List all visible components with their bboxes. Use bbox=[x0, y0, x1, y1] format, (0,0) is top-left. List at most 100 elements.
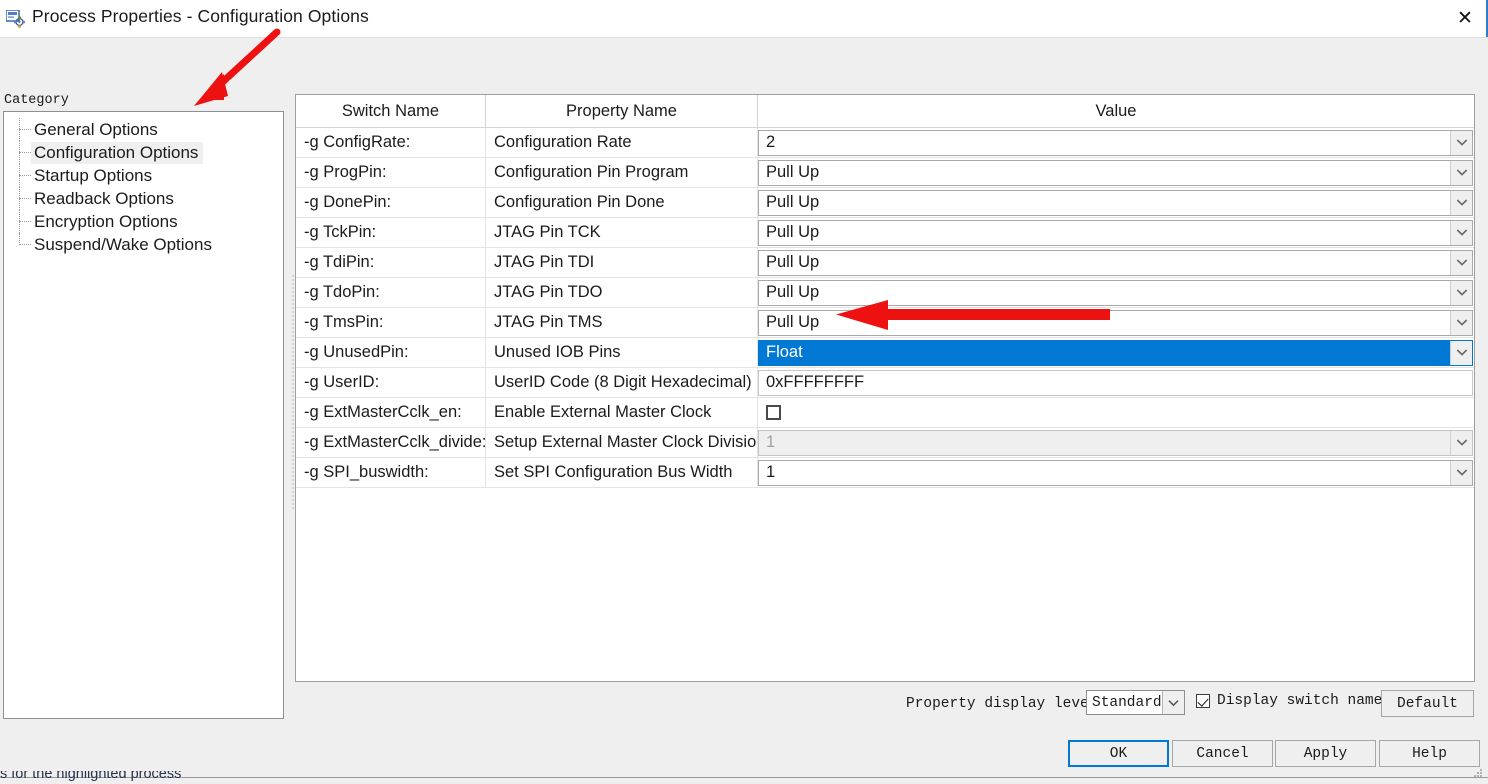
checkbox-box[interactable] bbox=[766, 405, 781, 420]
tree-connector-line bbox=[19, 221, 31, 222]
value-combobox[interactable]: 1 bbox=[758, 429, 1473, 456]
table-row[interactable]: -g TdoPin: JTAG Pin TDO Pull Up bbox=[296, 278, 1474, 308]
close-icon[interactable]: ✕ bbox=[1442, 0, 1488, 37]
cell-property-name: Set SPI Configuration Bus Width bbox=[486, 458, 758, 487]
cell-value[interactable]: Pull Up bbox=[758, 218, 1474, 247]
cell-switch-name: -g TckPin: bbox=[296, 218, 486, 247]
value-textbox[interactable]: 0xFFFFFFFF bbox=[758, 369, 1473, 396]
sidebar-item-general-options[interactable]: General Options bbox=[4, 118, 283, 141]
sidebar-item-configuration-options[interactable]: Configuration Options bbox=[4, 141, 283, 164]
chevron-down-icon[interactable] bbox=[1450, 280, 1472, 305]
table-row[interactable]: -g TmsPin: JTAG Pin TMS Pull Up bbox=[296, 308, 1474, 338]
cell-value[interactable] bbox=[758, 398, 1474, 427]
chevron-down-icon[interactable] bbox=[1450, 340, 1472, 365]
header-property-name[interactable]: Property Name bbox=[486, 95, 758, 127]
cancel-button[interactable]: Cancel bbox=[1172, 740, 1273, 767]
apply-button[interactable]: Apply bbox=[1275, 740, 1376, 767]
cell-switch-name: -g ExtMasterCclk_divide: bbox=[296, 428, 486, 457]
table-row[interactable]: -g DonePin: Configuration Pin Done Pull Up bbox=[296, 188, 1474, 218]
value-checkbox[interactable] bbox=[758, 400, 1473, 426]
header-value[interactable]: Value bbox=[758, 95, 1474, 127]
cell-value[interactable]: Float bbox=[758, 338, 1474, 367]
chevron-down-icon[interactable] bbox=[1450, 430, 1472, 455]
value-text: Pull Up bbox=[766, 193, 820, 211]
table-row[interactable]: -g UnusedPin: Unused IOB Pins Float bbox=[296, 338, 1474, 368]
cell-value[interactable]: Pull Up bbox=[758, 278, 1474, 307]
cell-value[interactable]: 1 bbox=[758, 428, 1474, 457]
value-combobox[interactable]: Pull Up bbox=[758, 309, 1473, 336]
value-combobox[interactable]: 1 bbox=[758, 459, 1473, 486]
chevron-down-icon[interactable] bbox=[1450, 460, 1472, 485]
sidebar-item-startup-options[interactable]: Startup Options bbox=[4, 164, 283, 187]
value-combobox[interactable]: Pull Up bbox=[758, 189, 1473, 216]
cell-property-name: Configuration Pin Done bbox=[486, 188, 758, 217]
status-bar: s for the highlighted process bbox=[0, 771, 1488, 783]
value-text: 2 bbox=[766, 133, 776, 151]
cell-property-name: UserID Code (8 Digit Hexadecimal) bbox=[486, 368, 758, 397]
tree-connector-line bbox=[19, 198, 31, 199]
options-bar: Property display level: Standard Display… bbox=[0, 690, 1488, 722]
table-row[interactable]: -g ProgPin: Configuration Pin Program Pull… bbox=[296, 158, 1474, 188]
chevron-down-icon[interactable] bbox=[1450, 250, 1472, 275]
cell-value[interactable]: 0xFFFFFFFF bbox=[758, 368, 1474, 397]
display-switch-names-checkbox[interactable]: Display switch names bbox=[1196, 693, 1391, 709]
tree-connector-line bbox=[19, 129, 31, 130]
ok-button[interactable]: OK bbox=[1068, 740, 1169, 767]
value-text: 1 bbox=[766, 433, 776, 451]
header-switch-name[interactable]: Switch Name bbox=[296, 95, 486, 127]
value-text: Pull Up bbox=[766, 253, 820, 271]
table-row[interactable]: -g ExtMasterCclk_divide: Setup External M… bbox=[296, 428, 1474, 458]
sidebar-item-label: Startup Options bbox=[34, 165, 153, 185]
cell-value[interactable]: 1 bbox=[758, 458, 1474, 487]
chevron-down-icon[interactable] bbox=[1450, 130, 1472, 155]
table-row[interactable]: -g UserID: UserID Code (8 Digit Hexadecim… bbox=[296, 368, 1474, 398]
cell-value[interactable]: 2 bbox=[758, 128, 1474, 157]
value-combobox[interactable]: Pull Up bbox=[758, 159, 1473, 186]
chevron-down-icon[interactable] bbox=[1450, 310, 1472, 335]
table-row[interactable]: -g ExtMasterCclk_en: Enable External Mast… bbox=[296, 398, 1474, 428]
title-bar: Process Properties - Configuration Optio… bbox=[0, 0, 1488, 37]
chevron-down-icon[interactable] bbox=[1450, 160, 1472, 185]
sidebar-item-readback-options[interactable]: Readback Options bbox=[4, 187, 283, 210]
default-button[interactable]: Default bbox=[1381, 690, 1474, 717]
table-row[interactable]: -g SPI_buswidth: Set SPI Configuration Bu… bbox=[296, 458, 1474, 488]
category-tree[interactable]: General Options Configuration Options Star… bbox=[3, 111, 284, 719]
cell-value[interactable]: Pull Up bbox=[758, 308, 1474, 337]
value-text: Pull Up bbox=[766, 283, 820, 301]
value-combobox[interactable]: Pull Up bbox=[758, 249, 1473, 276]
cell-property-name: JTAG Pin TCK bbox=[486, 218, 758, 247]
cell-value[interactable]: Pull Up bbox=[758, 248, 1474, 277]
chevron-down-icon[interactable] bbox=[1450, 220, 1472, 245]
value-combobox[interactable]: Pull Up bbox=[758, 279, 1473, 306]
sidebar-item-suspend-wake-options[interactable]: Suspend/Wake Options bbox=[4, 233, 283, 256]
property-display-level-value: Standard bbox=[1092, 694, 1162, 711]
tree-connector-line bbox=[19, 244, 31, 245]
chevron-down-icon[interactable] bbox=[1162, 691, 1184, 714]
cell-value[interactable]: Pull Up bbox=[758, 188, 1474, 217]
sidebar-item-label: Readback Options bbox=[34, 188, 174, 208]
sidebar-item-label: General Options bbox=[34, 119, 158, 139]
table-row[interactable]: -g ConfigRate: Configuration Rate 2 bbox=[296, 128, 1474, 158]
table-row[interactable]: -g TckPin: JTAG Pin TCK Pull Up bbox=[296, 218, 1474, 248]
checkbox-box-checked bbox=[1196, 694, 1210, 708]
sidebar-item-label: Suspend/Wake Options bbox=[34, 234, 212, 254]
value-text: 1 bbox=[766, 463, 776, 481]
tree-connector-line bbox=[19, 152, 31, 153]
value-combobox[interactable]: Float bbox=[758, 339, 1473, 366]
chevron-down-icon[interactable] bbox=[1450, 190, 1472, 215]
cell-property-name: JTAG Pin TDO bbox=[486, 278, 758, 307]
cell-property-name: JTAG Pin TMS bbox=[486, 308, 758, 337]
tree-connector-line bbox=[19, 175, 31, 176]
cell-value[interactable]: Pull Up bbox=[758, 158, 1474, 187]
value-combobox[interactable]: Pull Up bbox=[758, 219, 1473, 246]
property-display-level-select[interactable]: Standard bbox=[1086, 690, 1185, 715]
cell-switch-name: -g TmsPin: bbox=[296, 308, 486, 337]
table-row[interactable]: -g TdiPin: JTAG Pin TDI Pull Up bbox=[296, 248, 1474, 278]
status-divider bbox=[0, 777, 1488, 778]
cell-switch-name: -g TdoPin: bbox=[296, 278, 486, 307]
help-button[interactable]: Help bbox=[1379, 740, 1480, 767]
sidebar-item-encryption-options[interactable]: Encryption Options bbox=[4, 210, 283, 233]
value-combobox[interactable]: 2 bbox=[758, 129, 1473, 156]
properties-grid: Switch Name Property Name Value -g Confi… bbox=[295, 94, 1475, 682]
cell-switch-name: -g UnusedPin: bbox=[296, 338, 486, 367]
